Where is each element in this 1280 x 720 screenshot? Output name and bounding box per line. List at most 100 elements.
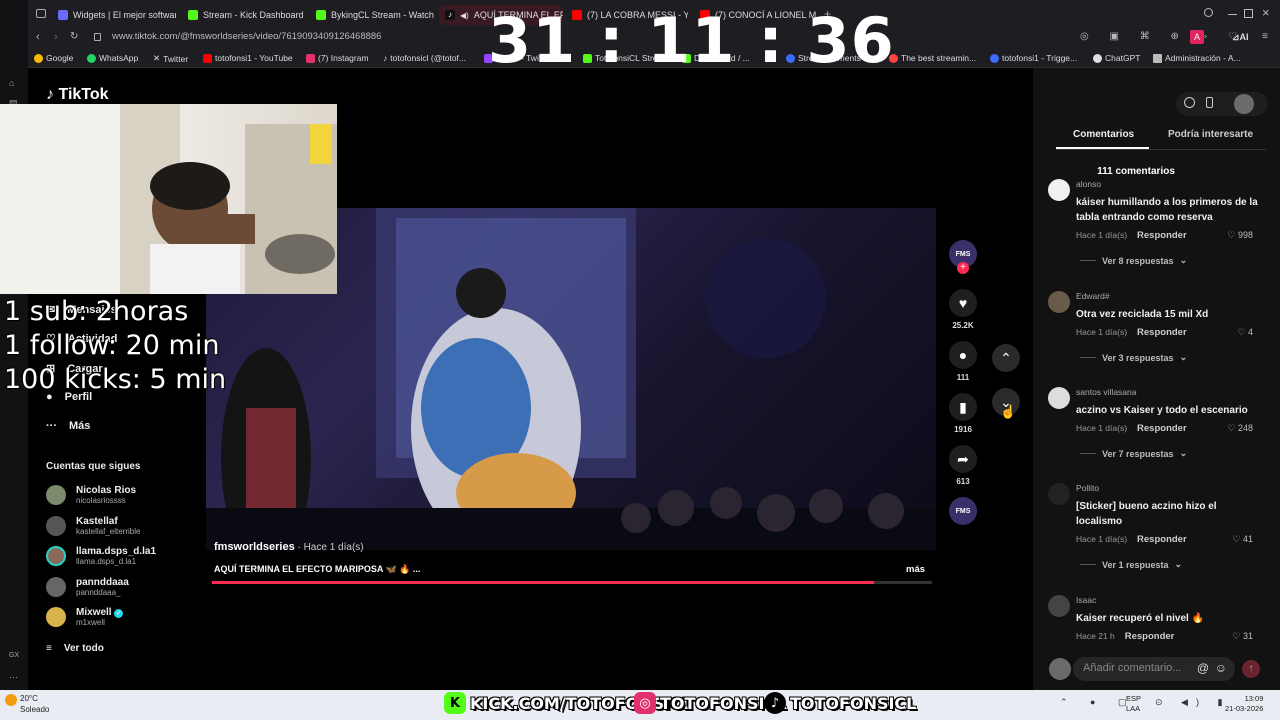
caption-more-button[interactable]: más <box>906 564 925 575</box>
avatar <box>46 607 66 627</box>
bookmark-twitter[interactable]: ✕ Twitter <box>153 53 188 64</box>
ai-icon[interactable]: ⊿AI <box>1232 32 1249 43</box>
gx-icon[interactable]: GX <box>9 652 19 662</box>
comment-user[interactable]: Pollito <box>1076 483 1258 493</box>
avatar[interactable] <box>1048 291 1070 313</box>
bookmark-whatsapp[interactable]: WhatsApp <box>87 53 138 63</box>
comment-text: Kaiser recuperó el nivel 🔥 <box>1076 613 1205 624</box>
reply-button[interactable]: Responder <box>1137 423 1187 434</box>
bookmark-instagram[interactable]: (7) Instagram <box>306 53 369 63</box>
search-tabs-icon[interactable] <box>1204 8 1213 17</box>
forward-icon[interactable]: › <box>54 31 58 43</box>
comment-like-button[interactable]: ♡ 41 <box>1232 534 1253 545</box>
reply-button[interactable]: Responder <box>1137 534 1187 545</box>
avatar <box>46 516 66 536</box>
follow-plus-icon[interactable]: + <box>957 262 969 274</box>
back-icon[interactable]: ‹ <box>36 31 40 43</box>
comment-user[interactable]: santos villasana <box>1076 387 1258 397</box>
instagram-icon <box>306 53 315 63</box>
avatar[interactable] <box>1048 387 1070 409</box>
bookmark-admin[interactable]: Administración - A... <box>1153 53 1241 63</box>
extension-icons[interactable]: ◎ ▣ ⌘ ⊕ ▷ ♡ <box>1080 31 1246 42</box>
previous-video-button[interactable]: ⌃ <box>992 344 1020 372</box>
close-window-button[interactable]: × <box>1262 5 1270 20</box>
weather-desc: Soleado <box>20 705 50 714</box>
see-all-link[interactable]: ≡ Ver todo <box>46 643 104 654</box>
bookmark-chatgpt[interactable]: ChatGPT <box>1093 53 1140 63</box>
author-avatar-button[interactable]: FMS + <box>948 240 978 274</box>
add-comment-input[interactable]: Añadir comentario... @ ☺ <box>1073 657 1235 681</box>
workspaces-icon[interactable] <box>36 9 46 18</box>
speaker-icon[interactable]: ◀) <box>460 11 469 20</box>
following-item[interactable]: Mixwell ✓ m1xwell <box>46 607 124 627</box>
sidebar-more-icon[interactable]: ··· <box>9 672 19 682</box>
comment-like-button[interactable]: ♡ 248 <box>1227 423 1253 434</box>
tab-bykingcl[interactable]: BykingCL Stream - Watch <box>316 5 434 25</box>
url-text[interactable]: www.tiktok.com/@fmsworldseries/video/761… <box>112 31 381 42</box>
comment-user[interactable]: Edward# <box>1076 291 1258 301</box>
system-tray-icons[interactable]: ⊙ ◀) ▮ <box>1155 697 1230 708</box>
bookmark-label: Google <box>46 53 74 63</box>
bookmark-google[interactable]: Google <box>34 53 73 63</box>
bookmark-streamlabs[interactable]: The best streamin... <box>889 53 976 63</box>
following-item[interactable]: pannddaaa pannddaaa_ <box>46 577 129 597</box>
comment-user[interactable]: alonso <box>1076 179 1258 189</box>
bookmark-tiktok[interactable]: ♪ totofonsicl (@totof... <box>383 53 466 63</box>
like-button[interactable]: ♥ 25.2K <box>948 289 978 330</box>
following-item[interactable]: Kastellaf kastellaf_elterrible <box>46 516 140 536</box>
tiktok-logo[interactable]: ♪ TikTok <box>46 86 109 104</box>
overlay-line: 1 sub: 2horas <box>4 296 189 327</box>
bookmark-youtube[interactable]: totofonsi1 - YouTube <box>203 53 293 63</box>
view-replies-button[interactable]: Ver 1 respuesta ⌄ <box>1080 559 1258 570</box>
verified-icon: ✓ <box>114 609 124 618</box>
video-author[interactable]: fmsworldseries · Hace 1 día(s) <box>214 541 364 553</box>
clock[interactable]: 13:09 21-03-2026 <box>1225 694 1263 714</box>
reply-button[interactable]: Responder <box>1137 230 1187 241</box>
nav-mas[interactable]: ··· Más <box>46 420 90 432</box>
following-item[interactable]: llama.dsps_d.la1 llama.dsps_d.la1 <box>46 546 156 566</box>
device-icon[interactable] <box>1206 97 1213 108</box>
compass-icon[interactable] <box>1184 97 1195 108</box>
whatsapp-icon <box>87 53 96 63</box>
reply-button[interactable]: Responder <box>1137 327 1187 338</box>
send-comment-button[interactable]: ↑ <box>1242 660 1260 678</box>
restore-button[interactable] <box>1244 9 1253 18</box>
video-progress-bar[interactable] <box>212 581 932 584</box>
emoji-icon[interactable]: ☺ <box>1215 661 1227 675</box>
tray-icons[interactable]: ⌃ ● ▢ <box>1060 697 1136 708</box>
save-button[interactable]: ▮ 1916 <box>948 393 978 434</box>
view-replies-button[interactable]: Ver 3 respuestas ⌄ <box>1080 352 1258 363</box>
music-disc-button[interactable]: FMS <box>948 497 978 525</box>
comment-placeholder: Añadir comentario... <box>1083 662 1182 674</box>
tab-podria-interesarte[interactable]: Podría interesarte <box>1168 129 1253 140</box>
avatar[interactable] <box>1048 595 1070 617</box>
avatar[interactable] <box>1048 179 1070 201</box>
comment-like-button[interactable]: ♡ 4 <box>1237 327 1253 338</box>
comment-like-button[interactable]: ♡ 31 <box>1232 631 1253 642</box>
comment-like-button[interactable]: ♡ 998 <box>1227 230 1253 241</box>
clock-time: 13:09 <box>1244 694 1264 703</box>
profile-icon[interactable]: A <box>1190 30 1204 44</box>
minimize-button[interactable] <box>1228 14 1237 15</box>
user-avatar[interactable] <box>1234 94 1254 114</box>
tab-comentarios[interactable]: Comentarios <box>1073 129 1134 140</box>
tab-kick-dashboard[interactable]: Stream - Kick Dashboard <box>188 5 306 25</box>
menu-icon[interactable]: ≡ <box>1262 31 1268 42</box>
reload-icon[interactable]: ↻ <box>70 31 78 42</box>
avatar[interactable] <box>1048 483 1070 505</box>
view-replies-button[interactable]: Ver 8 respuestas ⌄ <box>1080 255 1258 266</box>
view-replies-button[interactable]: Ver 7 respuestas ⌄ <box>1080 448 1258 459</box>
reply-button[interactable]: Responder <box>1125 631 1175 642</box>
language-indicator[interactable]: ESP LAA <box>1126 694 1141 714</box>
share-button[interactable]: ➦ 613 <box>948 445 978 486</box>
comment-user[interactable]: Isaac <box>1076 595 1258 605</box>
weather-widget[interactable]: 20°C Soleado <box>20 693 49 715</box>
tab-label: Widgets | El mejor softwar <box>73 10 176 20</box>
mention-icon[interactable]: @ <box>1197 661 1209 675</box>
bookmark-triggerfyre[interactable]: totofonsi1 - Trigge... <box>990 53 1077 63</box>
sidebar-home-icon[interactable]: ⌂ <box>9 78 19 88</box>
comment-total: 111 comentarios <box>1097 166 1175 177</box>
following-item[interactable]: Nicolas Rios nicolasriossss <box>46 485 136 505</box>
comment-button[interactable]: ● 111 <box>948 341 978 382</box>
tab-widgets[interactable]: Widgets | El mejor softwar <box>58 5 176 25</box>
